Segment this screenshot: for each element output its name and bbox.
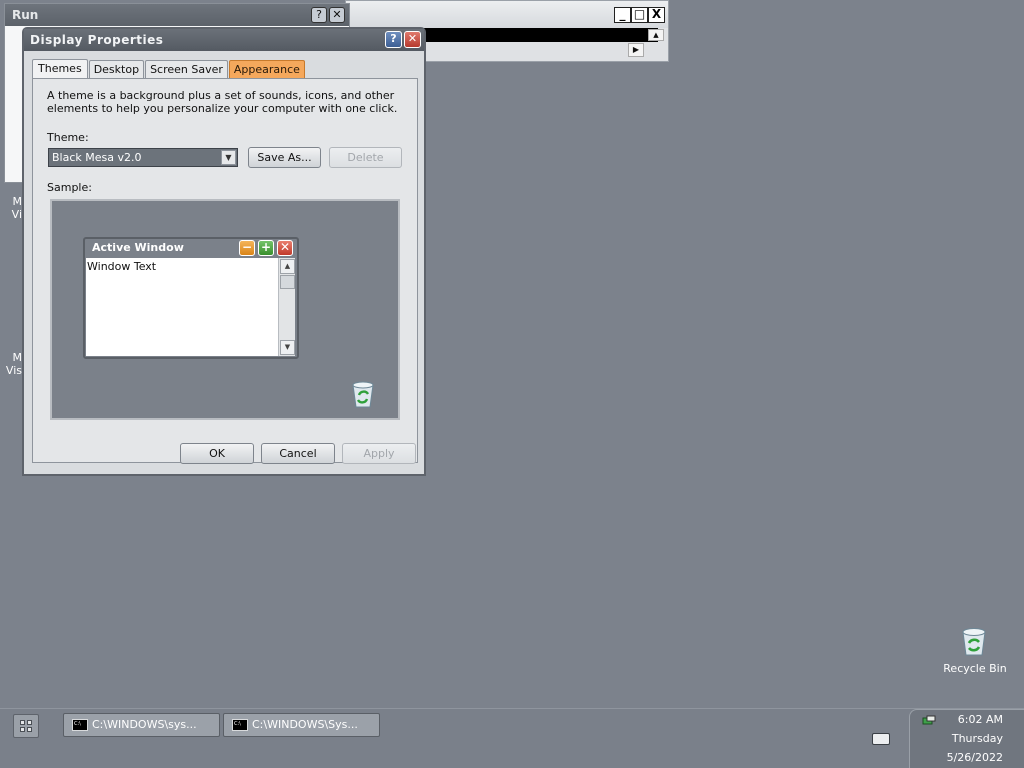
tab-strip: Themes Desktop Screen Saver Appearance [32, 59, 306, 79]
help-icon[interactable]: ? [311, 7, 327, 23]
partial-label-line: Vi [11, 208, 22, 221]
sample-label: Sample: [47, 181, 92, 194]
delete-button: Delete [329, 147, 402, 168]
scroll-up-icon[interactable]: ▲ [648, 29, 664, 41]
desktop-icon-label-partial[interactable]: M Vis [4, 351, 22, 377]
clock-time[interactable]: 6:02 AM [958, 713, 1003, 726]
recycle-bin-icon[interactable] [958, 625, 990, 657]
partial-label-line: Vis [5, 364, 22, 377]
tab-desktop[interactable]: Desktop [88, 60, 145, 79]
partial-label-line: M [12, 351, 23, 364]
cancel-button[interactable]: Cancel [261, 443, 335, 464]
theme-sample-preview: Active Window − + ✕ Window Text ▲ ▼ [50, 199, 400, 420]
sample-scrollbar: ▲ ▼ [278, 258, 295, 356]
ok-button[interactable]: OK [180, 443, 254, 464]
theme-selected-value: Black Mesa v2.0 [52, 151, 142, 164]
maximize-button[interactable]: □ [631, 7, 648, 23]
console-icon: C:\ [232, 719, 248, 731]
recycle-bin-icon [352, 381, 374, 408]
close-button[interactable]: X [648, 7, 665, 23]
clock-day[interactable]: Thursday [952, 732, 1003, 745]
clock-date[interactable]: 5/26/2022 [947, 751, 1003, 764]
sample-window-title: Active Window [92, 241, 184, 254]
chevron-down-icon[interactable]: ▼ [221, 150, 236, 165]
close-icon[interactable]: ✕ [404, 31, 421, 48]
system-tray: 6:02 AM Thursday 5/26/2022 [909, 709, 1024, 768]
recycle-bin-label[interactable]: Recycle Bin [938, 662, 1012, 675]
tab-themes[interactable]: Themes [32, 59, 88, 79]
scroll-up-icon: ▲ [280, 259, 295, 274]
console-area[interactable] [424, 28, 658, 42]
network-icon[interactable] [922, 715, 936, 727]
start-grid-icon [20, 727, 25, 732]
desktop-icon-label-partial[interactable]: M Vi [6, 195, 22, 221]
tab-screen-saver[interactable]: Screen Saver [145, 60, 228, 79]
minimize-button[interactable]: _ [614, 7, 631, 23]
start-grid-icon [27, 727, 32, 732]
start-grid-icon [20, 720, 25, 725]
run-title[interactable]: Run [5, 4, 349, 26]
scroll-right-icon[interactable]: ▶ [628, 43, 644, 57]
sample-active-window: Active Window − + ✕ Window Text ▲ ▼ [83, 237, 299, 359]
help-icon[interactable]: ? [385, 31, 402, 48]
save-as-button[interactable]: Save As... [248, 147, 321, 168]
console-icon: C:\ [72, 719, 88, 731]
close-icon: ✕ [277, 240, 293, 256]
display-properties-dialog: Display Properties ? ✕ Themes Desktop Sc… [22, 27, 426, 476]
themes-panel: A theme is a background plus a set of so… [32, 78, 418, 463]
start-button[interactable] [13, 714, 39, 738]
taskbar-button-cmd-2[interactable]: C:\ C:\WINDOWS\Sys... [223, 713, 380, 737]
sample-window-text: Window Text [86, 258, 279, 356]
taskbar-button-cmd-1[interactable]: C:\ C:\WINDOWS\sys... [63, 713, 220, 737]
partial-label-line: M [12, 195, 23, 208]
maximize-icon: + [258, 240, 274, 256]
theme-dropdown[interactable]: Black Mesa v2.0 ▼ [48, 148, 238, 167]
tab-appearance[interactable]: Appearance [228, 60, 305, 79]
apply-button: Apply [342, 443, 416, 464]
theme-label: Theme: [47, 131, 89, 144]
scroll-thumb [280, 275, 295, 289]
dialog-title[interactable]: Display Properties [24, 29, 424, 51]
start-grid-icon [27, 720, 32, 725]
minimize-icon: − [239, 240, 255, 256]
keyboard-icon[interactable] [872, 733, 890, 745]
taskbar-button-label: C:\WINDOWS\Sys... [252, 718, 358, 731]
close-icon[interactable]: ✕ [329, 7, 345, 23]
taskbar: C:\ C:\WINDOWS\sys... C:\ C:\WINDOWS\Sys… [0, 708, 1024, 768]
scroll-down-icon: ▼ [280, 340, 295, 355]
theme-description: A theme is a background plus a set of so… [47, 89, 398, 115]
taskbar-button-label: C:\WINDOWS\sys... [92, 718, 197, 731]
